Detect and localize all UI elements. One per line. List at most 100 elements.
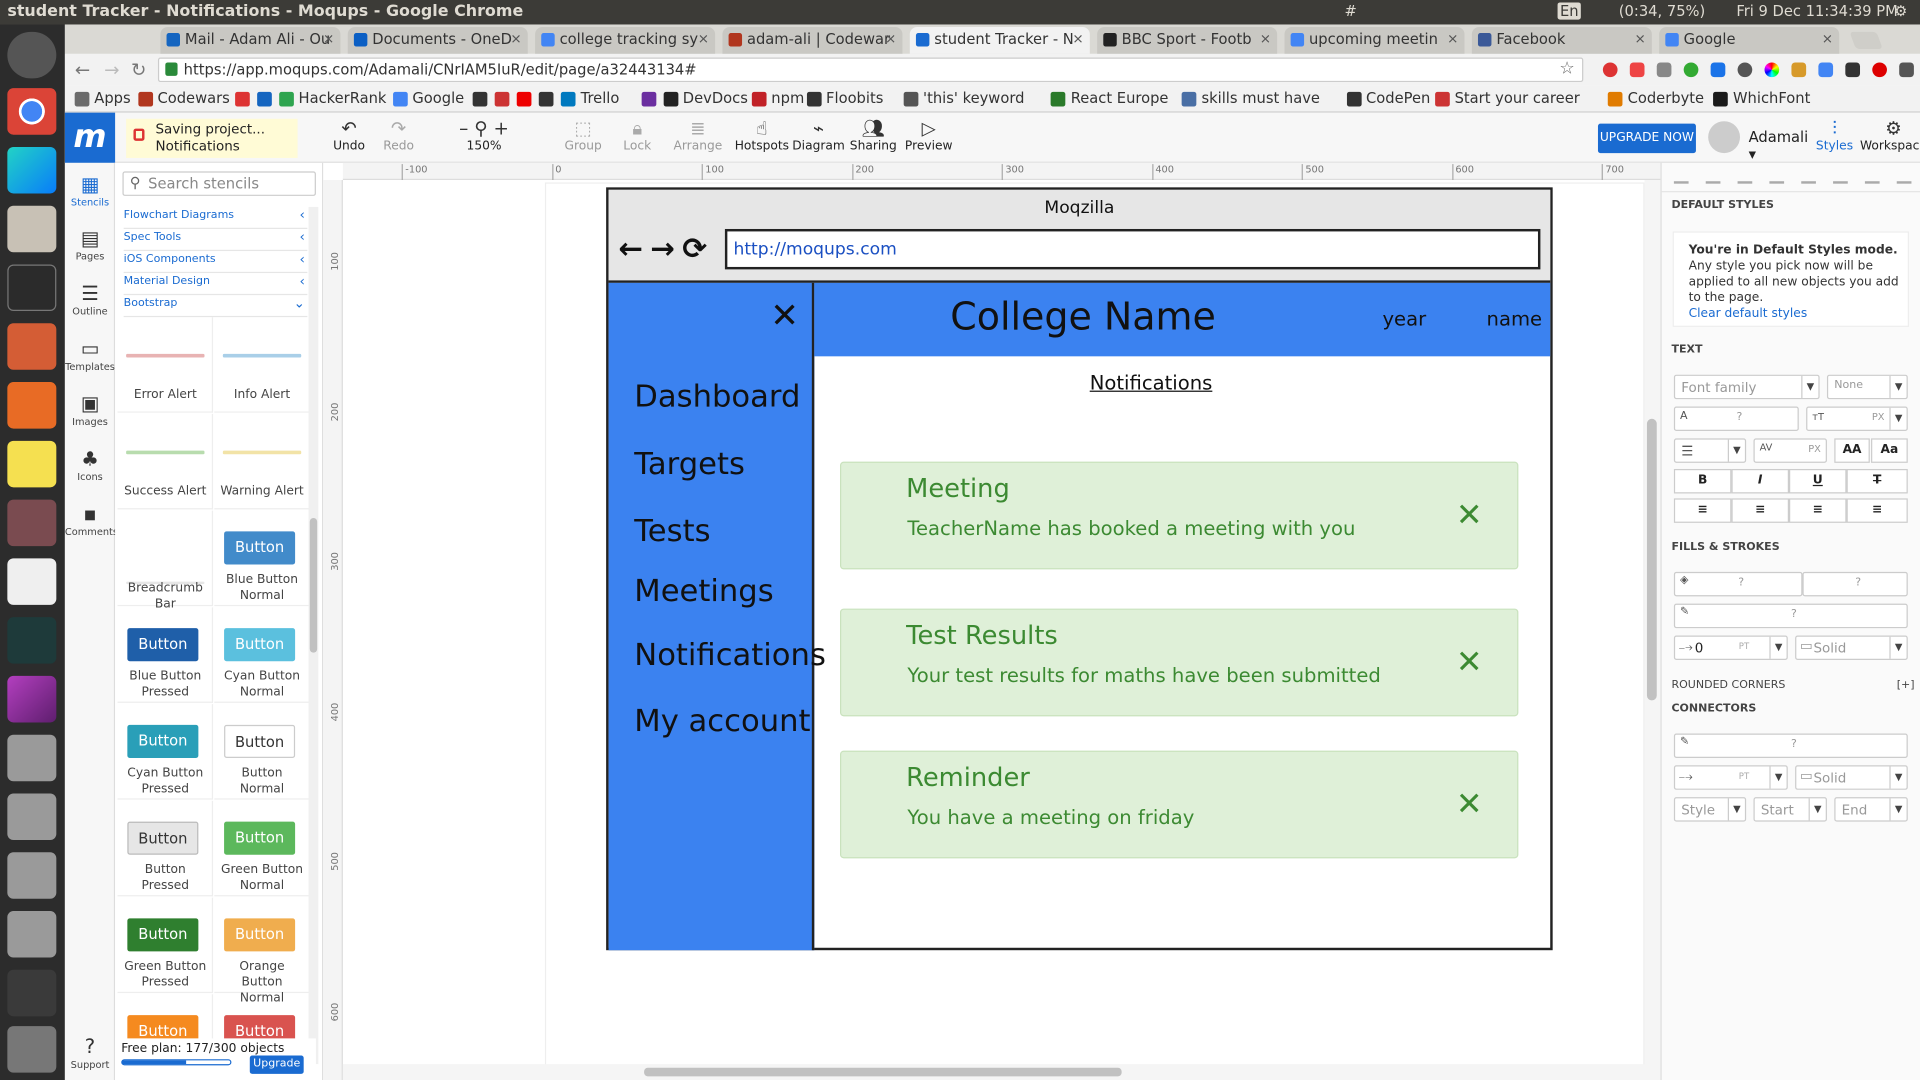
extension-icon[interactable] [1683,62,1699,78]
tab-close-icon[interactable]: × [1634,31,1645,47]
battery-indicator[interactable]: (0:34, 75%) [1619,2,1705,19]
reload-icon[interactable]: ↻ [131,59,146,81]
align-text-right-button[interactable]: ≡ [1788,498,1847,523]
browser-tab[interactable]: BBC Sport - Footb × [1097,26,1278,54]
back-icon[interactable]: ← [75,59,90,81]
language-indicator[interactable]: En [1557,2,1582,20]
connector-width-field[interactable]: ⤍ PT ▼ [1673,765,1788,790]
url-field[interactable]: https://app.moqups.com/Adamali/CNrIAM5Iu… [157,57,1584,83]
letter-spacing-field[interactable]: AV PX [1753,438,1827,463]
tab-close-icon[interactable]: × [323,31,334,47]
stencil-item[interactable]: Error Alert [117,317,214,413]
group-button[interactable]: ⬚ Group [564,118,601,154]
workspace-button[interactable]: ⚙Workspace [1860,118,1920,154]
stroke-style-select[interactable]: ▭ Solid ▼ [1795,635,1908,661]
text-color-field[interactable]: A? [1673,406,1799,432]
lock-button[interactable]: 🔒︎ Lock [623,118,651,154]
bookmark-item[interactable]: DevDocs [663,89,748,107]
sharing-button[interactable]: 👥︎ Sharing [850,118,897,154]
scroll-thumb[interactable] [644,1067,1122,1077]
stroke-color-field[interactable]: ✎? [1673,603,1908,629]
drive-icon[interactable] [7,852,57,899]
preview-button[interactable]: ▷ Preview [905,118,953,154]
stencil-category[interactable]: Material Design ‹ [123,273,308,296]
zoom-control[interactable]: – ⚲ +150% [459,118,509,154]
bookmark-item[interactable]: skills must have [1181,89,1320,107]
tab-close-icon[interactable]: × [1447,31,1458,47]
stencil-item[interactable]: Button Button Normal [214,704,310,800]
strikethrough-button[interactable]: T [1846,468,1908,494]
rail-comments[interactable]: ▪ Comments [65,502,118,538]
stroke-width-field[interactable]: ⤍ 0 PT ▼ [1673,635,1788,661]
bookmark-item[interactable]: React Europe [1051,89,1168,107]
bookmark-item[interactable]: HackerRank [278,89,386,107]
extension-icon[interactable] [1845,62,1861,78]
webstorm-icon[interactable] [7,146,57,194]
stencil-item[interactable]: Warning Alert [214,413,310,510]
stencil-item[interactable]: Button Blue Button Pressed [117,607,214,703]
scroll-thumb[interactable] [1646,418,1657,701]
rail-outline[interactable]: ☰ Outline [65,282,115,318]
workspace-switcher-icon[interactable] [7,969,57,1017]
align-text-left-button[interactable]: ≡ [1673,498,1732,523]
align-middle-icon[interactable] [1801,171,1816,184]
tab-close-icon[interactable]: × [698,31,709,47]
bold-button[interactable]: B [1673,468,1732,494]
rail-templates[interactable]: ▭ Templates [65,337,115,373]
drive-icon[interactable] [7,793,57,841]
extension-icon[interactable] [1791,62,1807,78]
connector-end-select[interactable]: End ▼ [1834,797,1908,822]
bookmark-item[interactable]: Coderbyte [1607,89,1704,107]
clear-default-styles-link[interactable]: Clear default styles [1689,306,1908,322]
connector-style-select[interactable]: ▭ Solid ▼ [1795,765,1908,790]
rail-images[interactable]: ▣ Images [65,392,115,428]
bookmark-item[interactable]: Trello [561,89,619,107]
canvas-horizontal-scrollbar[interactable] [342,1064,1645,1080]
stencil-category[interactable]: Bootstrap ⌄ [123,295,308,318]
font-weight-select[interactable]: None ▼ [1826,374,1908,400]
tab-close-icon[interactable]: × [510,31,521,47]
stencil-item[interactable]: Button Button Pressed [117,800,214,897]
redo-button[interactable]: ↷ Redo [383,118,414,154]
adblock-icon[interactable] [1872,62,1887,78]
chrome-icon[interactable] [7,88,57,135]
system-monitor-icon[interactable] [7,617,57,664]
extension-icon[interactable] [1737,62,1753,78]
tab-close-icon[interactable]: × [1260,31,1271,47]
stencil-category[interactable]: Flowchart Diagrams ‹ [123,207,308,229]
color-picker-extension-icon[interactable] [1764,62,1780,78]
clock[interactable]: Fri 9 Dec 11:34:39 PM [1736,2,1898,19]
font-family-select[interactable]: Font family ▼ [1673,374,1820,400]
line-height-field[interactable]: ☰ ▼ [1673,438,1747,463]
align-center-icon[interactable] [1705,171,1721,184]
align-text-center-button[interactable]: ≡ [1731,498,1789,523]
software-center-icon[interactable] [7,382,57,429]
connector-color-field[interactable]: ✎? [1673,733,1908,758]
extension-icon[interactable] [1629,62,1645,78]
align-top-icon[interactable] [1769,171,1785,184]
font-size-field[interactable]: ᴛT PX ▼ [1806,406,1908,432]
align-left-icon[interactable] [1673,171,1689,184]
scroll-thumb[interactable] [309,517,318,653]
extension-icon[interactable] [1818,62,1834,78]
stencil-item[interactable]: Button Orange Button Normal [214,897,310,1005]
terminal-icon[interactable] [7,264,57,312]
stencil-item[interactable]: Button Green Button Normal [214,800,310,897]
justify-text-button[interactable]: ≡ [1846,498,1908,523]
extension-icon[interactable] [1656,62,1672,78]
stencil-item[interactable]: Info Alert [214,317,310,413]
bookmark-item[interactable]: Floobits [806,89,883,107]
rail-pages[interactable]: ▤ Pages [65,227,115,263]
forward-icon[interactable]: → [104,59,119,81]
bookmark-item[interactable]: npm [751,89,804,107]
sticky-notes-icon[interactable] [7,440,57,488]
keyboard-indicator[interactable]: # [1345,2,1357,19]
bookmark-star-icon[interactable]: ☆ [1559,59,1574,79]
trash-icon[interactable] [7,1026,57,1073]
undo-button[interactable]: ↶ Undo [333,118,365,154]
rail-stencils[interactable]: ▦ Stencils [65,173,115,209]
chrome-menu-icon[interactable] [1899,62,1914,78]
fill-opacity-field[interactable]: ? [1802,571,1908,597]
upgrade-button[interactable]: Upgrade [249,1055,304,1074]
stencil-item[interactable]: Breadcrumb Bar [117,510,214,611]
